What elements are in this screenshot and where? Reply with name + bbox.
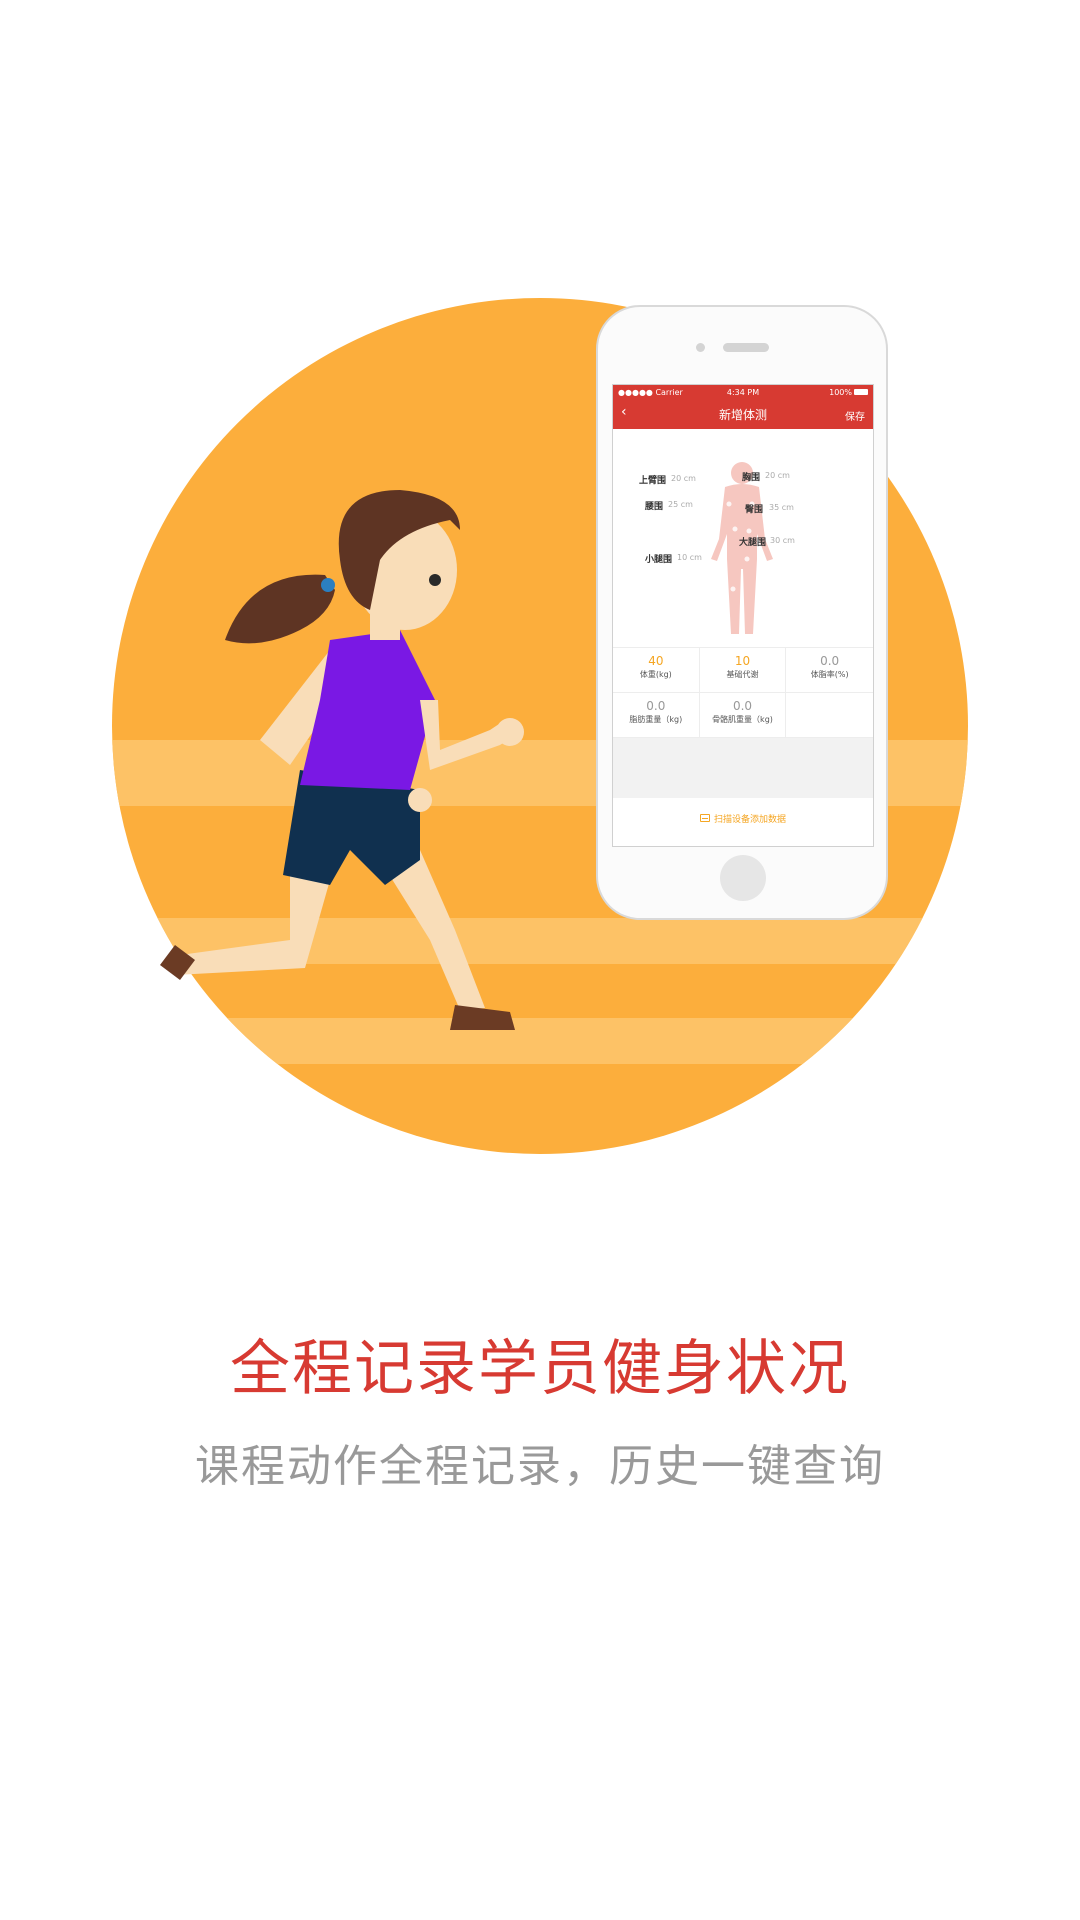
stat-muscle-weight-label: 骨骼肌重量（kg) — [712, 715, 773, 724]
stats-grid: 40 体重(kg) 10 基础代谢 0.0 体脂率(%) 0.0 脂肪重量（kg… — [613, 648, 873, 738]
measure-upper-arm-label: 上臂围 — [639, 476, 667, 486]
stat-bmr-label: 基础代谢 — [726, 670, 759, 679]
measure-upper-arm-value[interactable]: 20 cm — [671, 474, 696, 483]
page-headline: 全程记录学员健身状况 — [230, 1334, 850, 1404]
save-button[interactable]: 保存 — [845, 408, 865, 423]
page-subtitle: 课程动作全程记录，历史一键查询 — [195, 1441, 885, 1492]
stat-weight[interactable]: 40 体重(kg) — [613, 648, 700, 693]
phone-speaker — [723, 343, 769, 352]
nav-title: 新增体测 — [718, 407, 767, 422]
body-silhouette-icon — [711, 462, 773, 634]
measure-chest-value[interactable]: 20 cm — [765, 471, 790, 480]
measure-chest-label: 胸围 — [742, 473, 761, 483]
measure-hip-label: 臀围 — [745, 505, 764, 515]
measure-hip-value[interactable]: 35 cm — [769, 503, 794, 512]
battery-icon — [854, 389, 868, 395]
phone-camera — [696, 343, 705, 352]
phone-home-button — [720, 855, 766, 901]
body-measurement-area: 上臂围 20 cm 胸围 20 cm 腰围 25 cm 臀围 35 cm 大腿围… — [613, 429, 873, 648]
empty-section — [613, 738, 873, 798]
measure-calf-label: 小腿围 — [645, 555, 673, 565]
stat-body-fat-rate-value: 0.0 — [820, 654, 840, 668]
scan-add-data-button[interactable]: 扫描设备添加数据 — [613, 798, 873, 838]
nav-bar: ‹ 新增体测 保存 — [613, 399, 873, 429]
stat-body-fat-rate[interactable]: 0.0 体脂率(%) — [786, 648, 873, 693]
scan-icon — [699, 814, 710, 822]
stat-bmr[interactable]: 10 基础代谢 — [699, 648, 787, 693]
phone-mockup: ●●●●● Carrier 4:34 PM 100% ‹ 新增体测 保存 上臂围… — [596, 305, 888, 920]
stat-fat-weight-label: 脂肪重量（kg) — [629, 715, 683, 724]
battery-percent: 100% — [829, 387, 852, 397]
phone-screen: ●●●●● Carrier 4:34 PM 100% ‹ 新增体测 保存 上臂围… — [612, 384, 874, 847]
stat-muscle-weight[interactable]: 0.0 骨骼肌重量（kg) — [699, 693, 787, 738]
status-bar: ●●●●● Carrier 4:34 PM 100% — [613, 385, 873, 399]
stat-fat-weight-value: 0.0 — [646, 699, 666, 713]
stat-body-fat-rate-label: 体脂率(%) — [810, 670, 849, 679]
measure-calf-value[interactable]: 10 cm — [677, 553, 702, 562]
measure-waist-label: 腰围 — [645, 502, 664, 512]
stat-weight-label: 体重(kg) — [639, 670, 672, 679]
scan-button-label: 扫描设备添加数据 — [713, 814, 786, 825]
battery-indicator: 100% — [829, 388, 868, 397]
stat-fat-weight[interactable]: 0.0 脂肪重量（kg) — [613, 693, 700, 738]
stat-bmr-value: 10 — [734, 654, 751, 668]
stat-muscle-weight-value: 0.0 — [732, 699, 753, 713]
measure-waist-value[interactable]: 25 cm — [668, 500, 693, 509]
chevron-left-icon[interactable]: ‹ — [621, 404, 627, 420]
running-girl-illustration — [112, 298, 968, 1154]
stat-empty-cell — [786, 693, 873, 738]
measure-thigh-value[interactable]: 30 cm — [770, 536, 795, 545]
measure-thigh-label: 大腿围 — [739, 538, 767, 548]
stat-weight-value: 40 — [648, 654, 664, 668]
